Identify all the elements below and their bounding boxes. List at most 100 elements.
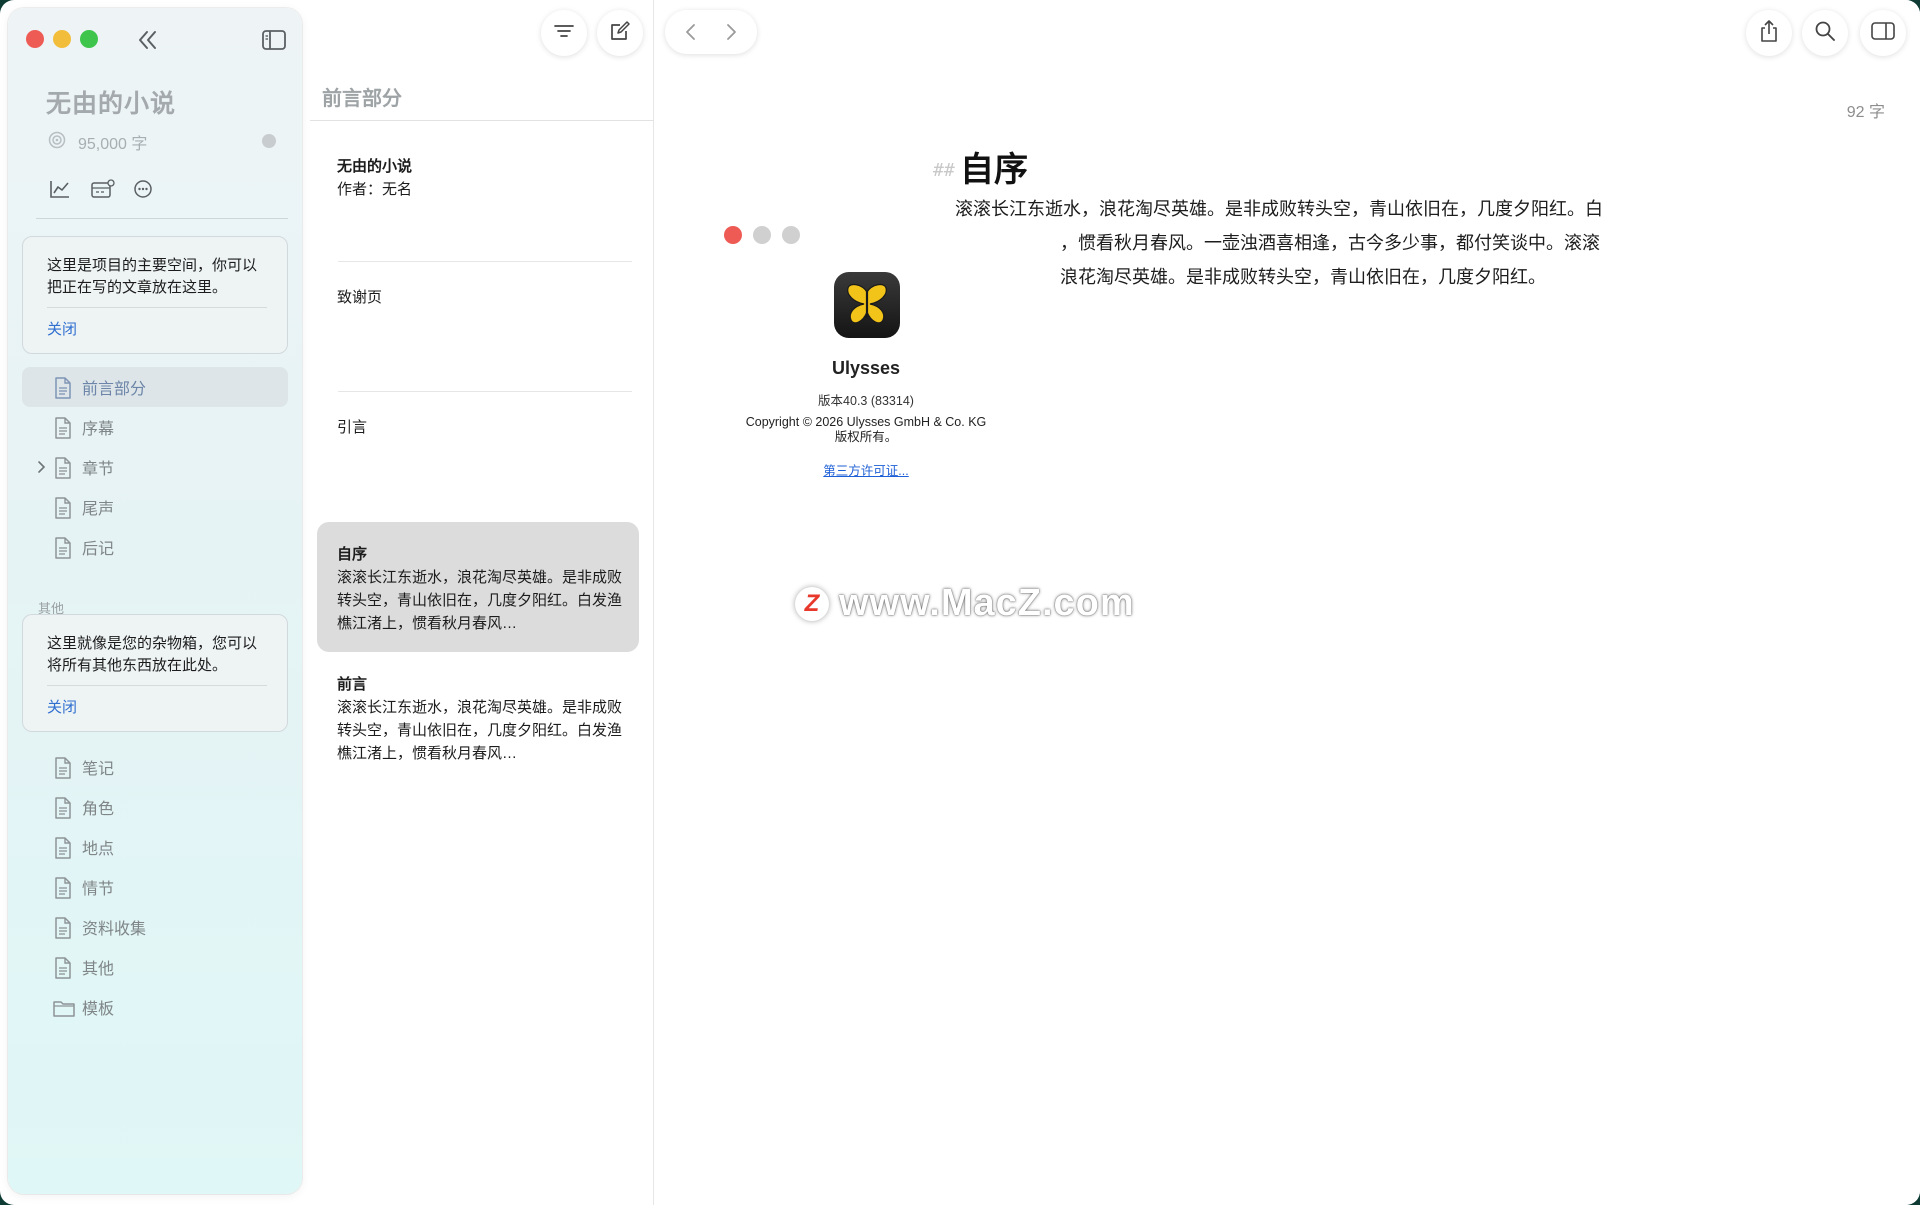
document-icon — [52, 876, 74, 900]
close-dialog-button[interactable] — [724, 226, 742, 244]
search-button[interactable] — [1802, 10, 1848, 56]
minimize-dialog-button — [753, 226, 771, 244]
history-navigation — [665, 10, 757, 54]
divider — [338, 261, 632, 262]
sidebar-item-characters[interactable]: 角色 — [22, 787, 288, 827]
sidebar-item-label: 尾声 — [82, 501, 115, 518]
third-party-licenses-link[interactable]: 第三方许可证... — [706, 460, 1026, 479]
divider — [310, 120, 654, 121]
about-dialog: Ulysses 版本40.3 (83314) Copyright © 2026 … — [706, 222, 1006, 482]
sheet-item[interactable]: 引言 — [317, 394, 639, 524]
zoom-dialog-button — [782, 226, 800, 244]
search-icon — [1814, 20, 1836, 47]
double-chevron-left-icon[interactable] — [134, 26, 162, 54]
sidebar-item-other[interactable]: 其他 — [22, 947, 288, 987]
zoom-window-button[interactable] — [80, 30, 98, 48]
sidebar-item-label: 序幕 — [82, 421, 115, 438]
sidebar-item-label: 角色 — [82, 801, 115, 818]
more-options-icon[interactable] — [132, 178, 156, 200]
chart-icon[interactable] — [48, 178, 72, 200]
sidebar-item-templates[interactable]: 模板 — [22, 987, 288, 1027]
close-window-button[interactable] — [26, 30, 44, 48]
sidebar-item-label: 模板 — [82, 1001, 115, 1018]
archive-box-icon[interactable] — [90, 178, 115, 200]
project-title[interactable]: 无由的小说 — [46, 84, 176, 120]
back-chevron-icon[interactable] — [681, 22, 701, 42]
forward-chevron-icon[interactable] — [721, 22, 741, 42]
heading-markup: ## — [933, 160, 955, 181]
document-icon — [52, 756, 74, 780]
sidebar-item-label: 章节 — [82, 461, 115, 478]
target-icon — [48, 131, 66, 154]
divider — [47, 307, 267, 308]
divider — [47, 685, 267, 686]
misc-tip: 这里就像是您的杂物箱，您可以将所有其他东西放在此处。 关闭 — [22, 614, 288, 732]
share-button[interactable] — [1746, 10, 1792, 56]
compose-icon — [609, 20, 631, 47]
sidebar-item-label: 地点 — [82, 841, 115, 858]
sidebar-toggle-icon[interactable] — [260, 28, 288, 52]
chevron-right-icon[interactable] — [36, 460, 48, 474]
app-name: Ulysses — [831, 358, 901, 378]
watermark-logo-icon: Z — [795, 586, 829, 621]
document-icon — [52, 796, 74, 820]
filter-lines-icon — [553, 22, 575, 45]
document-heading[interactable]: 自序 — [960, 142, 1028, 191]
goal-progress-indicator — [262, 134, 276, 148]
sidebar-item-notes[interactable]: 笔记 — [22, 747, 288, 787]
minimize-window-button[interactable] — [53, 30, 71, 48]
sidebar-item-prologue[interactable]: 序幕 — [22, 407, 288, 447]
tip-close-link[interactable]: 关闭 — [47, 696, 267, 717]
share-icon — [1758, 19, 1780, 48]
copyright-line: Copyright © 2026 Ulysses GmbH & Co. KG — [745, 415, 987, 429]
sidebar-item-plot[interactable]: 情节 — [22, 867, 288, 907]
document-paragraph[interactable]: 滚滚长江东逝水，浪花淘尽英雄。是非成败转头空，青山依旧在，几度夕阳红。白 ，惯看… — [955, 192, 1605, 294]
sheet-preview: 滚滚长江东逝水，浪花淘尽英雄。是非成败转头空，青山依旧在，几度夕阳红。白发渔樵江… — [337, 699, 623, 762]
filter-button[interactable] — [541, 10, 587, 56]
document-icon — [52, 836, 74, 860]
sidebar-item-epilogue[interactable]: 尾声 — [22, 487, 288, 527]
sheet-title: 自序 — [337, 546, 368, 563]
document-icon — [52, 496, 74, 520]
sheet-preview: 致谢页 — [337, 289, 383, 306]
sidebar-item-label: 资料收集 — [82, 921, 147, 938]
sheet-title: 前言 — [337, 676, 368, 693]
document-icon — [52, 536, 74, 560]
sheet-item[interactable]: 无由的小说 作者：无名 — [317, 134, 639, 264]
sidebar-item-afterword[interactable]: 后记 — [22, 527, 288, 567]
watermark-text: www.MacZ.com — [839, 582, 1135, 624]
divider — [338, 391, 632, 392]
butterfly-app-icon — [834, 272, 900, 338]
app-window: 无由的小说 95,000 字 这里是项目的主要空间，你可以把正在写的文章放在这里… — [0, 0, 1920, 1205]
word-goal: 95,000 字 — [48, 130, 147, 154]
tip-text: 这里就像是您的杂物箱，您可以将所有其他东西放在此处。 — [47, 635, 258, 674]
tip-text: 这里是项目的主要空间，你可以把正在写的文章放在这里。 — [47, 257, 258, 296]
document-icon — [52, 916, 74, 940]
sheet-item[interactable]: 前言 滚滚长江东逝水，浪花淘尽英雄。是非成败转头空，青山依旧在，几度夕阳红。白发… — [317, 652, 639, 782]
paragraph-line: ，惯看秋月春风。一壶浊酒喜相逢，古今多少事，都付笑谈中。滚滚 — [1060, 233, 1600, 253]
inspector-toggle-button[interactable] — [1860, 10, 1906, 56]
tip-close-link[interactable]: 关闭 — [47, 318, 267, 339]
sidebar-item-places[interactable]: 地点 — [22, 827, 288, 867]
document-icon — [52, 376, 74, 400]
paragraph-line: 浪花淘尽英雄。是非成败转头空，青山依旧在，几度夕阳红。 — [1060, 267, 1546, 287]
sheet-title: 无由的小说 — [337, 158, 413, 175]
new-sheet-button[interactable] — [597, 10, 643, 56]
sidebar-item-label: 前言部分 — [82, 381, 147, 398]
word-count[interactable]: 92 字 — [1847, 98, 1885, 122]
sidebar-item-chapters[interactable]: 章节 — [22, 447, 288, 487]
sheet-item[interactable]: 致谢页 — [317, 264, 639, 394]
rights-line: 版权所有。 — [834, 430, 898, 444]
right-panel-icon — [1870, 20, 1896, 47]
copyright-text: Copyright © 2026 Ulysses GmbH & Co. KG 版… — [706, 415, 1026, 445]
main-space-tip: 这里是项目的主要空间，你可以把正在写的文章放在这里。 关闭 — [22, 236, 288, 354]
sheet-preview: 滚滚长江东逝水，浪花淘尽英雄。是非成败转头空，青山依旧在，几度夕阳红。白发渔樵江… — [337, 569, 623, 632]
library-sidebar: 无由的小说 95,000 字 这里是项目的主要空间，你可以把正在写的文章放在这里… — [8, 8, 302, 1194]
sidebar-item-research[interactable]: 资料收集 — [22, 907, 288, 947]
folder-icon — [52, 996, 75, 1020]
sidebar-item-label: 笔记 — [82, 761, 115, 778]
document-icon — [52, 456, 74, 480]
sidebar-item-label: 情节 — [82, 881, 115, 898]
sheet-item-selected[interactable]: 自序 滚滚长江东逝水，浪花淘尽英雄。是非成败转头空，青山依旧在，几度夕阳红。白发… — [317, 522, 639, 652]
sidebar-item-front-matter[interactable]: 前言部分 — [22, 367, 288, 407]
